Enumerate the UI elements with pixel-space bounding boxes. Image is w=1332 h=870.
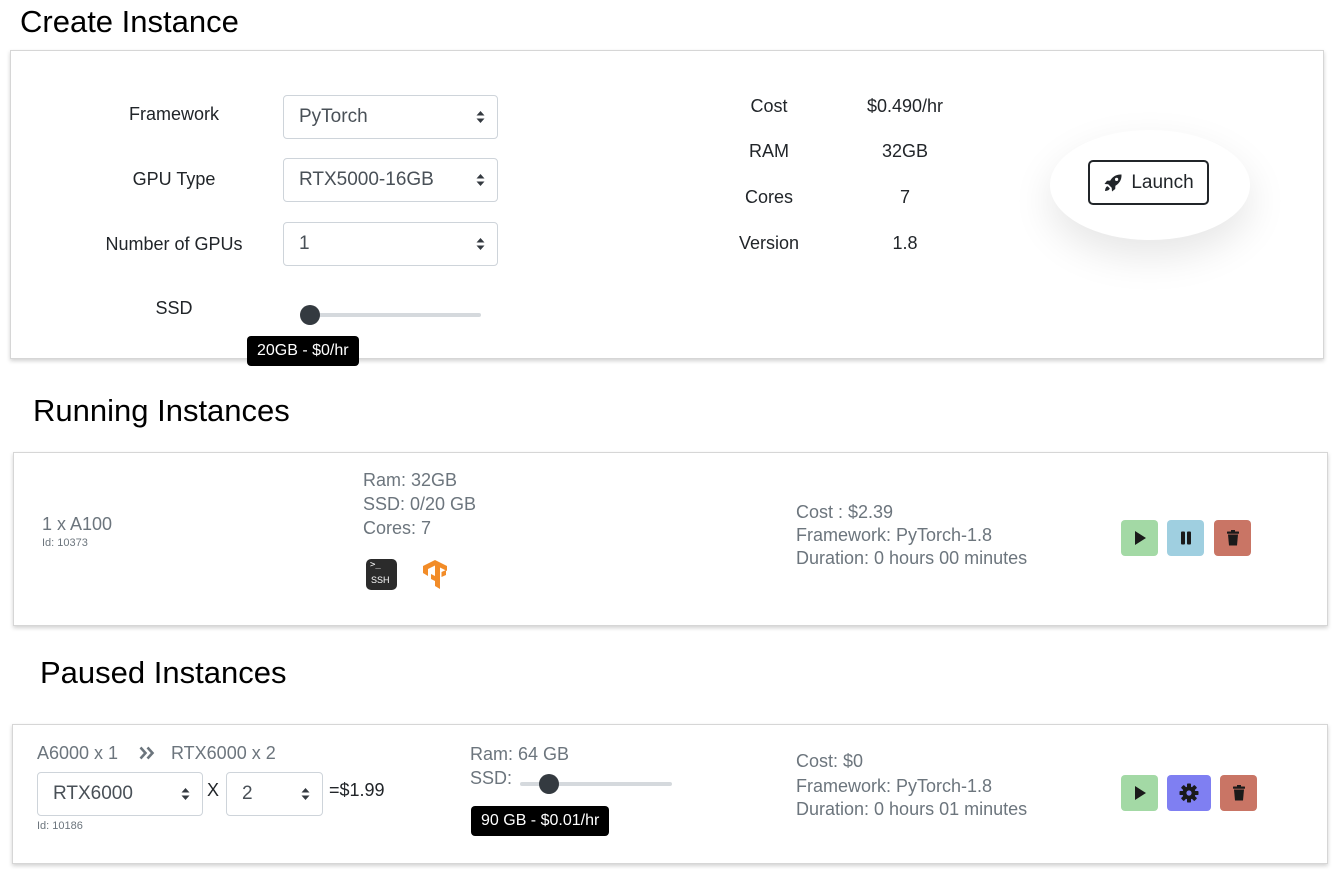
running-cores: Cores: 7 [363,518,432,538]
paused-settings-button[interactable] [1167,775,1211,811]
ssd-slider-tooltip: 20GB - $0/hr [247,336,359,366]
launch-button[interactable]: Launch [1088,160,1209,205]
select-arrows-icon [476,174,485,186]
ssd-slider-thumb[interactable] [300,305,320,325]
paused-delete-button[interactable] [1220,775,1257,811]
num-gpus-select[interactable]: 1 [283,222,498,266]
ssh-terminal-icon[interactable]: >_ SSH [366,559,397,590]
gpu-type-select-value: RTX5000-16GB [299,169,434,190]
ssd-label: SSD [155,298,193,318]
trash-icon [1226,530,1239,546]
select-arrows-icon [301,788,310,800]
paused-price: =$1.99 [329,780,385,800]
running-ram: Ram: 32GB [363,470,458,490]
spec-label-version: Version [738,233,800,253]
paused-framework: Framework: PyTorch-1.8 [796,776,993,796]
framework-select-value: PyTorch [299,106,368,127]
spec-label-cost: Cost [750,96,788,116]
paused-ssd-label: SSD: [470,768,513,788]
select-arrows-icon [181,788,190,800]
num-gpus-label: Number of GPUs [105,234,243,254]
play-icon [1134,531,1146,545]
spec-value-cores: 7 [899,187,910,207]
paused-gpu-select[interactable]: RTX6000 [37,772,203,816]
gpu-type-label: GPU Type [132,169,216,189]
double-chevron-right-icon [139,746,155,760]
paused-ssd-slider-tooltip: 90 GB - $0.01/hr [471,806,610,836]
spec-label-ram: RAM [749,141,789,161]
paused-instance-id: Id: 10186 [37,820,83,832]
ssh-prompt-glyph: >_ [370,560,381,570]
spec-value-ram: 32GB [881,141,929,161]
launch-label: Launch [1131,171,1194,193]
running-gpu-label: 1 x A100 [42,514,113,534]
paused-ssd-slider-thumb[interactable] [539,774,559,794]
create-instance-title: Create Instance [20,4,239,39]
running-framework: Framework: PyTorch-1.8 [796,525,993,545]
paused-cost: Cost: $0 [796,751,864,771]
spec-value-version: 1.8 [892,233,918,253]
paused-gpu-select-value: RTX6000 [53,783,133,804]
paused-times-sign: X [207,780,220,800]
paused-count-select-value: 2 [242,783,253,804]
ssh-icon-text: SSH [371,575,390,585]
num-gpus-select-value: 1 [299,233,310,254]
framework-select[interactable]: PyTorch [283,95,498,139]
trash-icon [1232,785,1245,801]
gpu-type-select[interactable]: RTX5000-16GB [283,158,498,202]
running-duration: Duration: 0 hours 00 minutes [796,548,1028,568]
running-cost: Cost : $2.39 [796,502,894,522]
running-instance-id: Id: 10373 [42,537,88,549]
rocket-icon [1104,173,1122,191]
running-pause-button[interactable] [1167,520,1204,556]
running-delete-button[interactable] [1214,520,1251,556]
paused-to-gpu: RTX6000 x 2 [171,743,276,763]
ssd-slider-track[interactable] [300,313,481,317]
tensorflow-icon[interactable] [421,559,449,590]
spec-label-cores: Cores [744,187,793,207]
paused-from-gpu: A6000 x 1 [37,743,119,763]
gear-icon [1179,783,1199,803]
pause-icon [1180,531,1191,545]
select-arrows-icon [476,238,485,250]
framework-label: Framework [128,104,219,124]
select-arrows-icon [476,111,485,123]
running-play-button[interactable] [1121,520,1158,556]
paused-play-button[interactable] [1121,775,1158,811]
paused-duration: Duration: 0 hours 01 minutes [796,799,1028,819]
running-ssd: SSD: 0/20 GB [363,494,477,514]
paused-instances-title: Paused Instances [40,655,287,690]
running-instances-title: Running Instances [33,393,290,428]
paused-ram: Ram: 64 GB [470,744,570,764]
paused-count-select[interactable]: 2 [226,772,323,816]
play-icon [1134,786,1146,800]
spec-value-cost: $0.490/hr [866,96,944,116]
